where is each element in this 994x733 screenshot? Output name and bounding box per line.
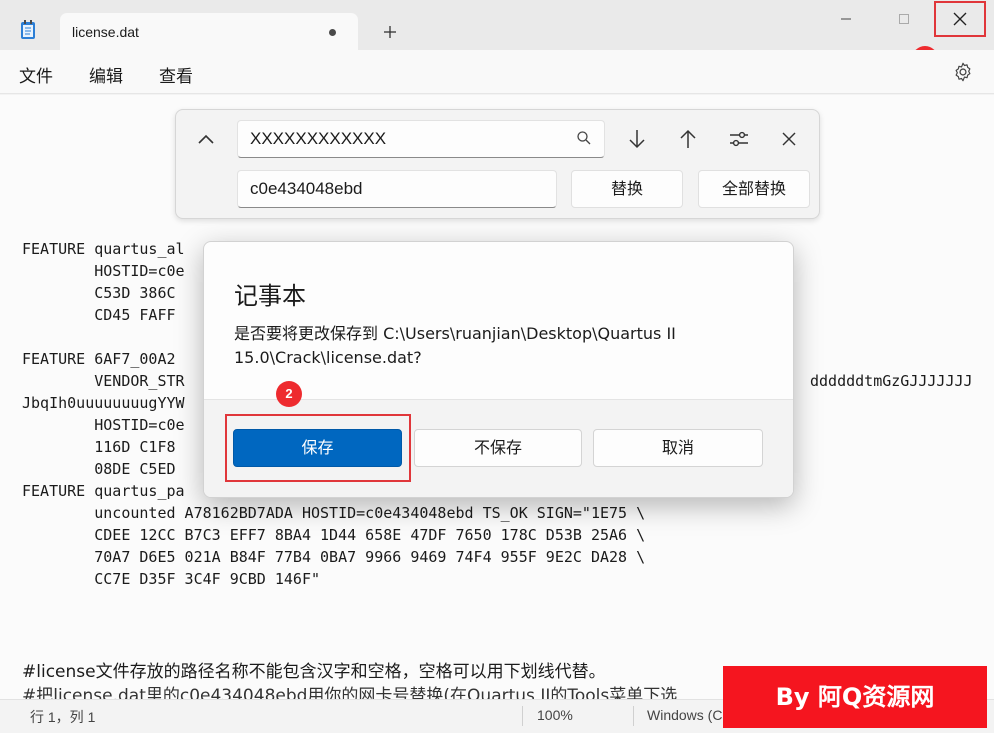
- unsaved-dot-icon[interactable]: [329, 29, 336, 36]
- editor-line: CC7E D35F 3C4F 9CBD 146F": [22, 570, 321, 588]
- close-find-button[interactable]: [774, 124, 804, 154]
- editor-line: VENDOR_STR: [22, 372, 185, 390]
- find-next-button[interactable]: [622, 124, 652, 154]
- editor-line-fragment: ddddddtmGzGJJJJJJJ: [810, 372, 973, 390]
- arrow-up-icon: [680, 129, 696, 148]
- menu-file[interactable]: 文件: [19, 62, 53, 87]
- maximize-button[interactable]: [876, 0, 932, 38]
- editor-line: 08DE C5ED: [22, 460, 176, 478]
- replace-button[interactable]: 替换: [571, 170, 683, 208]
- sliders-icon: [730, 131, 748, 147]
- find-replace-panel: XXXXXXXXXXXX c0e434048ebd 替换 全部替换: [175, 109, 820, 219]
- arrow-down-icon: [629, 130, 645, 149]
- editor-line: FEATURE quartus_al: [22, 240, 185, 258]
- menu-bar: 文件 编辑 查看: [0, 50, 994, 94]
- notepad-window: license.dat 1 文件 编辑 查看 FEATURE quartus_a…: [0, 0, 994, 733]
- replace-all-button[interactable]: 全部替换: [698, 170, 810, 208]
- zoom-level[interactable]: 100%: [537, 707, 573, 723]
- new-tab-button[interactable]: [374, 20, 406, 44]
- dialog-title: 记事本: [234, 282, 306, 310]
- maximize-icon: [899, 14, 909, 24]
- editor-line: uncounted A78162BD7ADA HOSTID=c0e434048e…: [22, 504, 646, 522]
- dont-save-button[interactable]: 不保存: [414, 429, 582, 467]
- menu-edit[interactable]: 编辑: [89, 62, 123, 87]
- minimize-icon: [841, 18, 851, 20]
- find-options-button[interactable]: [724, 124, 754, 154]
- editor-line: JbqIh0uuuuuuuugYYW: [22, 394, 185, 412]
- search-icon: [577, 131, 591, 145]
- line-ending[interactable]: Windows (C: [647, 707, 722, 723]
- tab-license-dat[interactable]: license.dat: [60, 13, 358, 51]
- minimize-button[interactable]: [818, 0, 874, 38]
- tab-title: license.dat: [72, 24, 139, 40]
- editor-line: FEATURE 6AF7_00A2: [22, 350, 176, 368]
- find-previous-button[interactable]: [673, 124, 703, 154]
- editor-comment: #license文件存放的路径名称不能包含汉字和空格，空格可以用下划线代替。: [22, 662, 606, 682]
- dialog-message: 是否要将更改保存到 C:\Users\ruanjian\Desktop\Quar…: [234, 324, 676, 367]
- close-window-button[interactable]: [934, 1, 986, 37]
- save-button-highlight: [225, 414, 411, 482]
- chevron-up-icon[interactable]: [194, 128, 218, 152]
- editor-line: C53D 386C: [22, 284, 176, 302]
- editor-comment: #把license.dat里的c0e434048ebd用你的网卡号替换(在Qua…: [22, 686, 678, 699]
- menu-view[interactable]: 查看: [159, 62, 193, 87]
- find-input[interactable]: XXXXXXXXXXXX: [237, 120, 605, 158]
- editor-line: 70A7 D6E5 021A B84F 77B4 0BA7 9966 9469 …: [22, 548, 646, 566]
- editor-line: HOSTID=c0e: [22, 416, 185, 434]
- editor-line: CD45 FAFF: [22, 306, 176, 324]
- step-badge-2: 2: [276, 381, 302, 407]
- status-divider: [522, 706, 523, 726]
- close-icon: [782, 132, 796, 146]
- title-bar: license.dat: [0, 0, 994, 51]
- editor-line: 116D C1F8: [22, 438, 176, 456]
- cursor-position: 行 1，列 1: [30, 709, 96, 725]
- editor-line: HOSTID=c0e: [22, 262, 185, 280]
- close-icon: [953, 12, 967, 26]
- cancel-button[interactable]: 取消: [593, 429, 763, 467]
- replace-input[interactable]: c0e434048ebd: [237, 170, 557, 208]
- status-divider: [633, 706, 634, 726]
- notepad-app-icon: [21, 20, 35, 39]
- watermark: By 阿Q资源网: [723, 666, 987, 728]
- settings-gear-icon[interactable]: [952, 61, 974, 83]
- editor-line: CDEE 12CC B7C3 EFF7 8BA4 1D44 658E 47DF …: [22, 526, 646, 544]
- editor-line: FEATURE quartus_pa: [22, 482, 185, 500]
- plus-icon: [384, 26, 396, 38]
